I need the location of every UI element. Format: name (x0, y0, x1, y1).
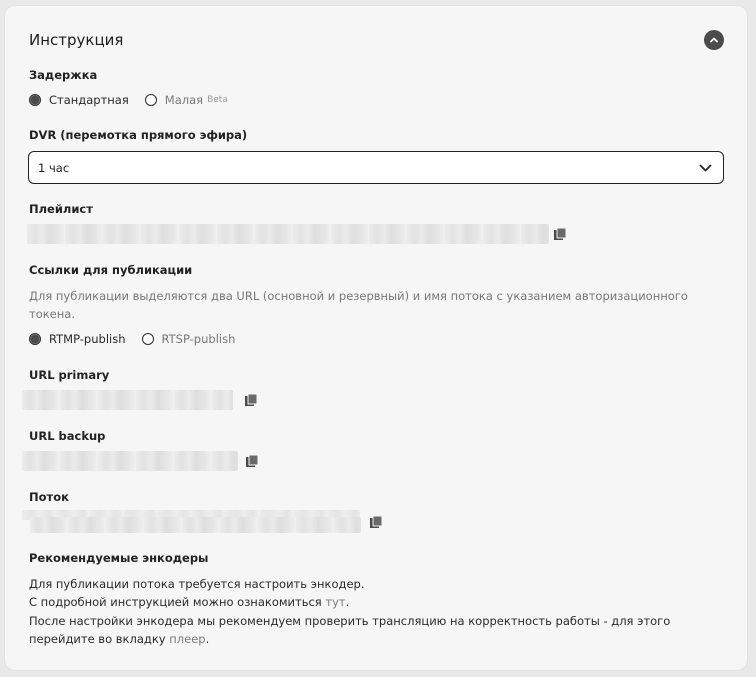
url-backup-label: URL backup (29, 429, 106, 443)
encoders-line-1: Для публикации потока требуется настроит… (29, 577, 365, 591)
latency-radio-group: Стандартная Малая Beta (29, 93, 244, 107)
copy-icon[interactable] (244, 393, 258, 407)
publish-label: Ссылки для публикации (29, 263, 193, 277)
rtsp-publish-radio[interactable]: RTSP-publish (141, 332, 236, 346)
url-primary-label: URL primary (29, 368, 110, 382)
radio-unchecked-icon (141, 333, 154, 345)
instruction-link[interactable]: тут (325, 595, 345, 609)
radio-checked-icon (29, 333, 41, 345)
radio-unchecked-icon (144, 94, 157, 106)
dvr-label: DVR (перемотка прямого эфира) (29, 128, 248, 142)
copy-icon[interactable] (553, 227, 567, 241)
rtmp-publish-label: RTMP-publish (49, 332, 126, 346)
copy-icon[interactable] (369, 515, 383, 529)
latency-low-label: Малая (164, 93, 204, 107)
dvr-select-value: 1 час (38, 161, 70, 175)
url-primary-redacted (22, 390, 233, 410)
latency-low-radio[interactable]: Малая Beta (144, 93, 228, 107)
chevron-up-icon (710, 37, 718, 43)
latency-standard-radio[interactable]: Стандартная (29, 93, 129, 107)
stream-redacted (30, 517, 361, 533)
player-tab-link[interactable]: плеер (169, 632, 205, 646)
latency-standard-label: Стандартная (49, 93, 129, 107)
encoders-line-3: После настройки энкодера мы рекомендуем … (29, 613, 671, 628)
dvr-select[interactable]: 1 час (28, 151, 724, 184)
encoders-line-4-suffix: . (205, 631, 210, 646)
card-title: Инструкция (29, 31, 124, 49)
rtmp-publish-radio[interactable]: RTMP-publish (29, 332, 126, 346)
latency-label: Задержка (29, 68, 98, 82)
encoders-label: Рекомендуемые энкодеры (29, 551, 209, 565)
rtsp-publish-label: RTSP-publish (161, 332, 236, 346)
publish-description: Для публикации выделяются два URL (основ… (29, 289, 688, 321)
stream-label: Поток (29, 490, 69, 504)
playlist-label: Плейлист (29, 202, 93, 216)
encoders-line-2-text: С подробной инструкцией можно ознакомить… (29, 595, 326, 610)
encoders-line-2-suffix: . (345, 595, 350, 610)
encoders-line-4-text: перейдите во вкладку (29, 631, 170, 646)
collapse-button[interactable] (704, 30, 724, 50)
encoders-text: Для публикации потока требуется настроит… (29, 575, 729, 648)
url-backup-redacted (22, 451, 238, 471)
playlist-url-redacted (27, 224, 549, 244)
beta-badge: Beta (207, 95, 228, 105)
radio-checked-icon (29, 94, 41, 106)
encoders-line-2: С подробной инструкцией можно ознакомить… (29, 593, 729, 611)
encoders-line-4: перейдите во вкладку плеер. (29, 630, 729, 648)
chevron-down-icon (699, 164, 712, 172)
publish-radio-group: RTMP-publish RTSP-publish (29, 332, 251, 346)
copy-icon[interactable] (245, 454, 259, 468)
